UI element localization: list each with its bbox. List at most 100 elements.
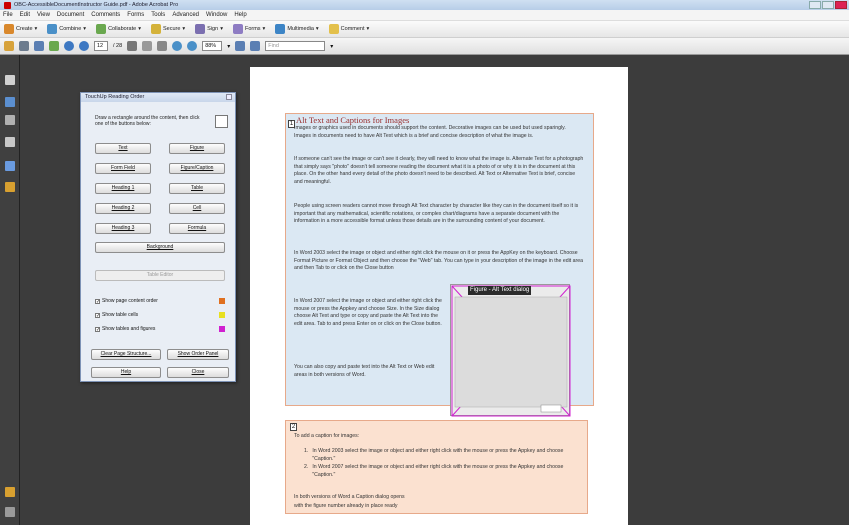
menu-file[interactable]: File bbox=[3, 12, 13, 18]
figure-region[interactable] bbox=[450, 284, 571, 417]
page-number-field[interactable]: 12 bbox=[94, 41, 108, 51]
section-heading: Alt Text and Captions for Images bbox=[296, 115, 410, 125]
forms-label: Forms bbox=[244, 26, 261, 32]
zoom-field[interactable]: 88% bbox=[202, 41, 223, 51]
checkbox-label: Show table cells bbox=[102, 312, 139, 318]
open-icon[interactable] bbox=[4, 41, 14, 51]
menu-view[interactable]: View bbox=[37, 12, 50, 18]
dialog-titlebar[interactable]: TouchUp Reading Order bbox=[81, 93, 235, 102]
secure-label: Secure bbox=[162, 26, 181, 32]
attachments-icon[interactable] bbox=[5, 137, 15, 147]
content-icon[interactable] bbox=[5, 161, 15, 171]
print-icon[interactable] bbox=[19, 41, 29, 51]
figure-caption-button[interactable]: Figure/Caption bbox=[169, 163, 225, 174]
dialog-title: TouchUp Reading Order bbox=[85, 94, 145, 100]
comment-button[interactable]: Comment ▾ bbox=[328, 24, 369, 34]
paragraph-4: In Word 2003 select the image or object … bbox=[294, 250, 584, 272]
previous-page-icon[interactable] bbox=[64, 41, 74, 51]
multimedia-button[interactable]: Multimedia ▾ bbox=[275, 24, 319, 34]
attachments-pane-icon[interactable] bbox=[5, 507, 15, 517]
menu-tools[interactable]: Tools bbox=[151, 12, 165, 18]
table-button[interactable]: Table bbox=[169, 183, 225, 194]
collaborate-label: Collaborate bbox=[108, 26, 137, 32]
sign-label: Sign bbox=[207, 26, 219, 32]
fit-page-icon[interactable] bbox=[235, 41, 246, 51]
menu-window[interactable]: Window bbox=[206, 12, 227, 18]
lock-icon bbox=[150, 24, 161, 34]
menu-document[interactable]: Document bbox=[57, 12, 84, 18]
collaborate-button[interactable]: Collaborate ▾ bbox=[96, 24, 141, 34]
email-icon[interactable] bbox=[49, 41, 59, 51]
comments-pane-icon[interactable] bbox=[5, 487, 15, 497]
clear-page-structure-button[interactable]: Clear Page Structure... bbox=[91, 349, 161, 360]
save-icon[interactable] bbox=[34, 41, 44, 51]
secure-button[interactable]: Secure ▾ bbox=[150, 24, 185, 34]
paragraph-5: In Word 2007 select the image or object … bbox=[294, 298, 442, 327]
bookmarks-icon[interactable] bbox=[5, 97, 15, 107]
dialog-close-icon[interactable] bbox=[226, 94, 232, 100]
order-tag-2[interactable]: 2 bbox=[290, 423, 297, 431]
cell-button[interactable]: Cell bbox=[169, 203, 225, 214]
show-tables-figures-checkbox[interactable]: ✓ Show tables and figures bbox=[95, 326, 227, 332]
caption-outro-1: In both versions of Word a Caption dialo… bbox=[294, 494, 405, 500]
form-field-button[interactable]: Form Field bbox=[95, 163, 151, 174]
paragraph-1: Images or graphics used in documents sho… bbox=[294, 125, 566, 139]
menu-advanced[interactable]: Advanced bbox=[172, 12, 199, 18]
heading3-button[interactable]: Heading 3 bbox=[95, 223, 151, 234]
zoom-out-icon[interactable] bbox=[172, 41, 183, 51]
checkbox-label: Show page content order bbox=[102, 298, 158, 304]
signatures-icon[interactable] bbox=[5, 115, 15, 125]
hand-tool-icon[interactable] bbox=[142, 41, 153, 51]
create-button[interactable]: Create ▾ bbox=[4, 24, 37, 34]
content-order-color-swatch[interactable] bbox=[219, 298, 225, 304]
window-titlebar: OBC-AccessibleDocumentInstructor Guide.p… bbox=[0, 0, 849, 10]
minimize-button[interactable] bbox=[809, 1, 821, 9]
tables-figures-color-swatch[interactable] bbox=[219, 326, 225, 332]
heading2-button[interactable]: Heading 2 bbox=[95, 203, 151, 214]
combine-button[interactable]: Combine ▾ bbox=[47, 24, 86, 34]
heading1-button[interactable]: Heading 1 bbox=[95, 183, 151, 194]
table-editor-button[interactable]: Table Editor bbox=[95, 270, 225, 281]
comment-icon bbox=[328, 24, 339, 34]
chevron-down-icon: ▾ bbox=[262, 26, 266, 32]
table-cells-color-swatch[interactable] bbox=[219, 312, 225, 318]
sign-button[interactable]: Sign ▾ bbox=[195, 24, 223, 34]
show-table-cells-checkbox[interactable]: ✓ Show table cells bbox=[95, 312, 227, 318]
draw-rectangle-icon[interactable] bbox=[215, 115, 228, 128]
close-window-button[interactable] bbox=[835, 1, 847, 9]
paragraph-6: You can also copy and paste text into th… bbox=[294, 364, 435, 378]
tags-icon[interactable] bbox=[5, 182, 15, 192]
next-page-icon[interactable] bbox=[79, 41, 89, 51]
menu-edit[interactable]: Edit bbox=[20, 12, 30, 18]
marquee-zoom-icon[interactable] bbox=[157, 41, 168, 51]
formula-button[interactable]: Formula bbox=[169, 223, 225, 234]
fit-width-icon[interactable] bbox=[250, 41, 261, 51]
find-input[interactable]: Find bbox=[265, 41, 326, 51]
menu-comments[interactable]: Comments bbox=[91, 12, 120, 18]
background-button[interactable]: Background bbox=[95, 242, 225, 253]
show-page-content-order-checkbox[interactable]: ✓ Show page content order bbox=[95, 298, 227, 304]
menu-forms[interactable]: Forms bbox=[127, 12, 144, 18]
help-button[interactable]: Help bbox=[91, 367, 161, 378]
checkbox-checked-icon: ✓ bbox=[95, 298, 101, 305]
figure-button[interactable]: Figure bbox=[169, 143, 225, 154]
select-tool-icon[interactable] bbox=[127, 41, 138, 51]
menu-help[interactable]: Help bbox=[234, 12, 246, 18]
figure-cross-marker bbox=[451, 285, 571, 417]
forms-button[interactable]: Forms ▾ bbox=[232, 24, 266, 34]
collaborate-icon bbox=[96, 24, 107, 34]
maximize-button[interactable] bbox=[822, 1, 834, 9]
film-icon bbox=[275, 24, 286, 34]
close-dialog-button[interactable]: Close bbox=[167, 367, 229, 378]
show-order-panel-button[interactable]: Show Order Panel bbox=[167, 349, 229, 360]
zoom-in-icon[interactable] bbox=[187, 41, 198, 51]
chevron-down-icon[interactable]: ▾ bbox=[330, 43, 333, 50]
pages-icon[interactable] bbox=[5, 75, 15, 85]
figure-tag-label: Figure - Alt Text dialog bbox=[468, 286, 532, 295]
chevron-down-icon[interactable]: ▾ bbox=[227, 43, 230, 50]
text-button[interactable]: Text bbox=[95, 143, 151, 154]
caption-outro-2: with the figure number already in place … bbox=[294, 503, 398, 509]
acrobat-app-icon bbox=[4, 1, 11, 9]
chevron-down-icon: ▾ bbox=[138, 26, 141, 32]
checkbox-label: Show tables and figures bbox=[102, 326, 156, 332]
